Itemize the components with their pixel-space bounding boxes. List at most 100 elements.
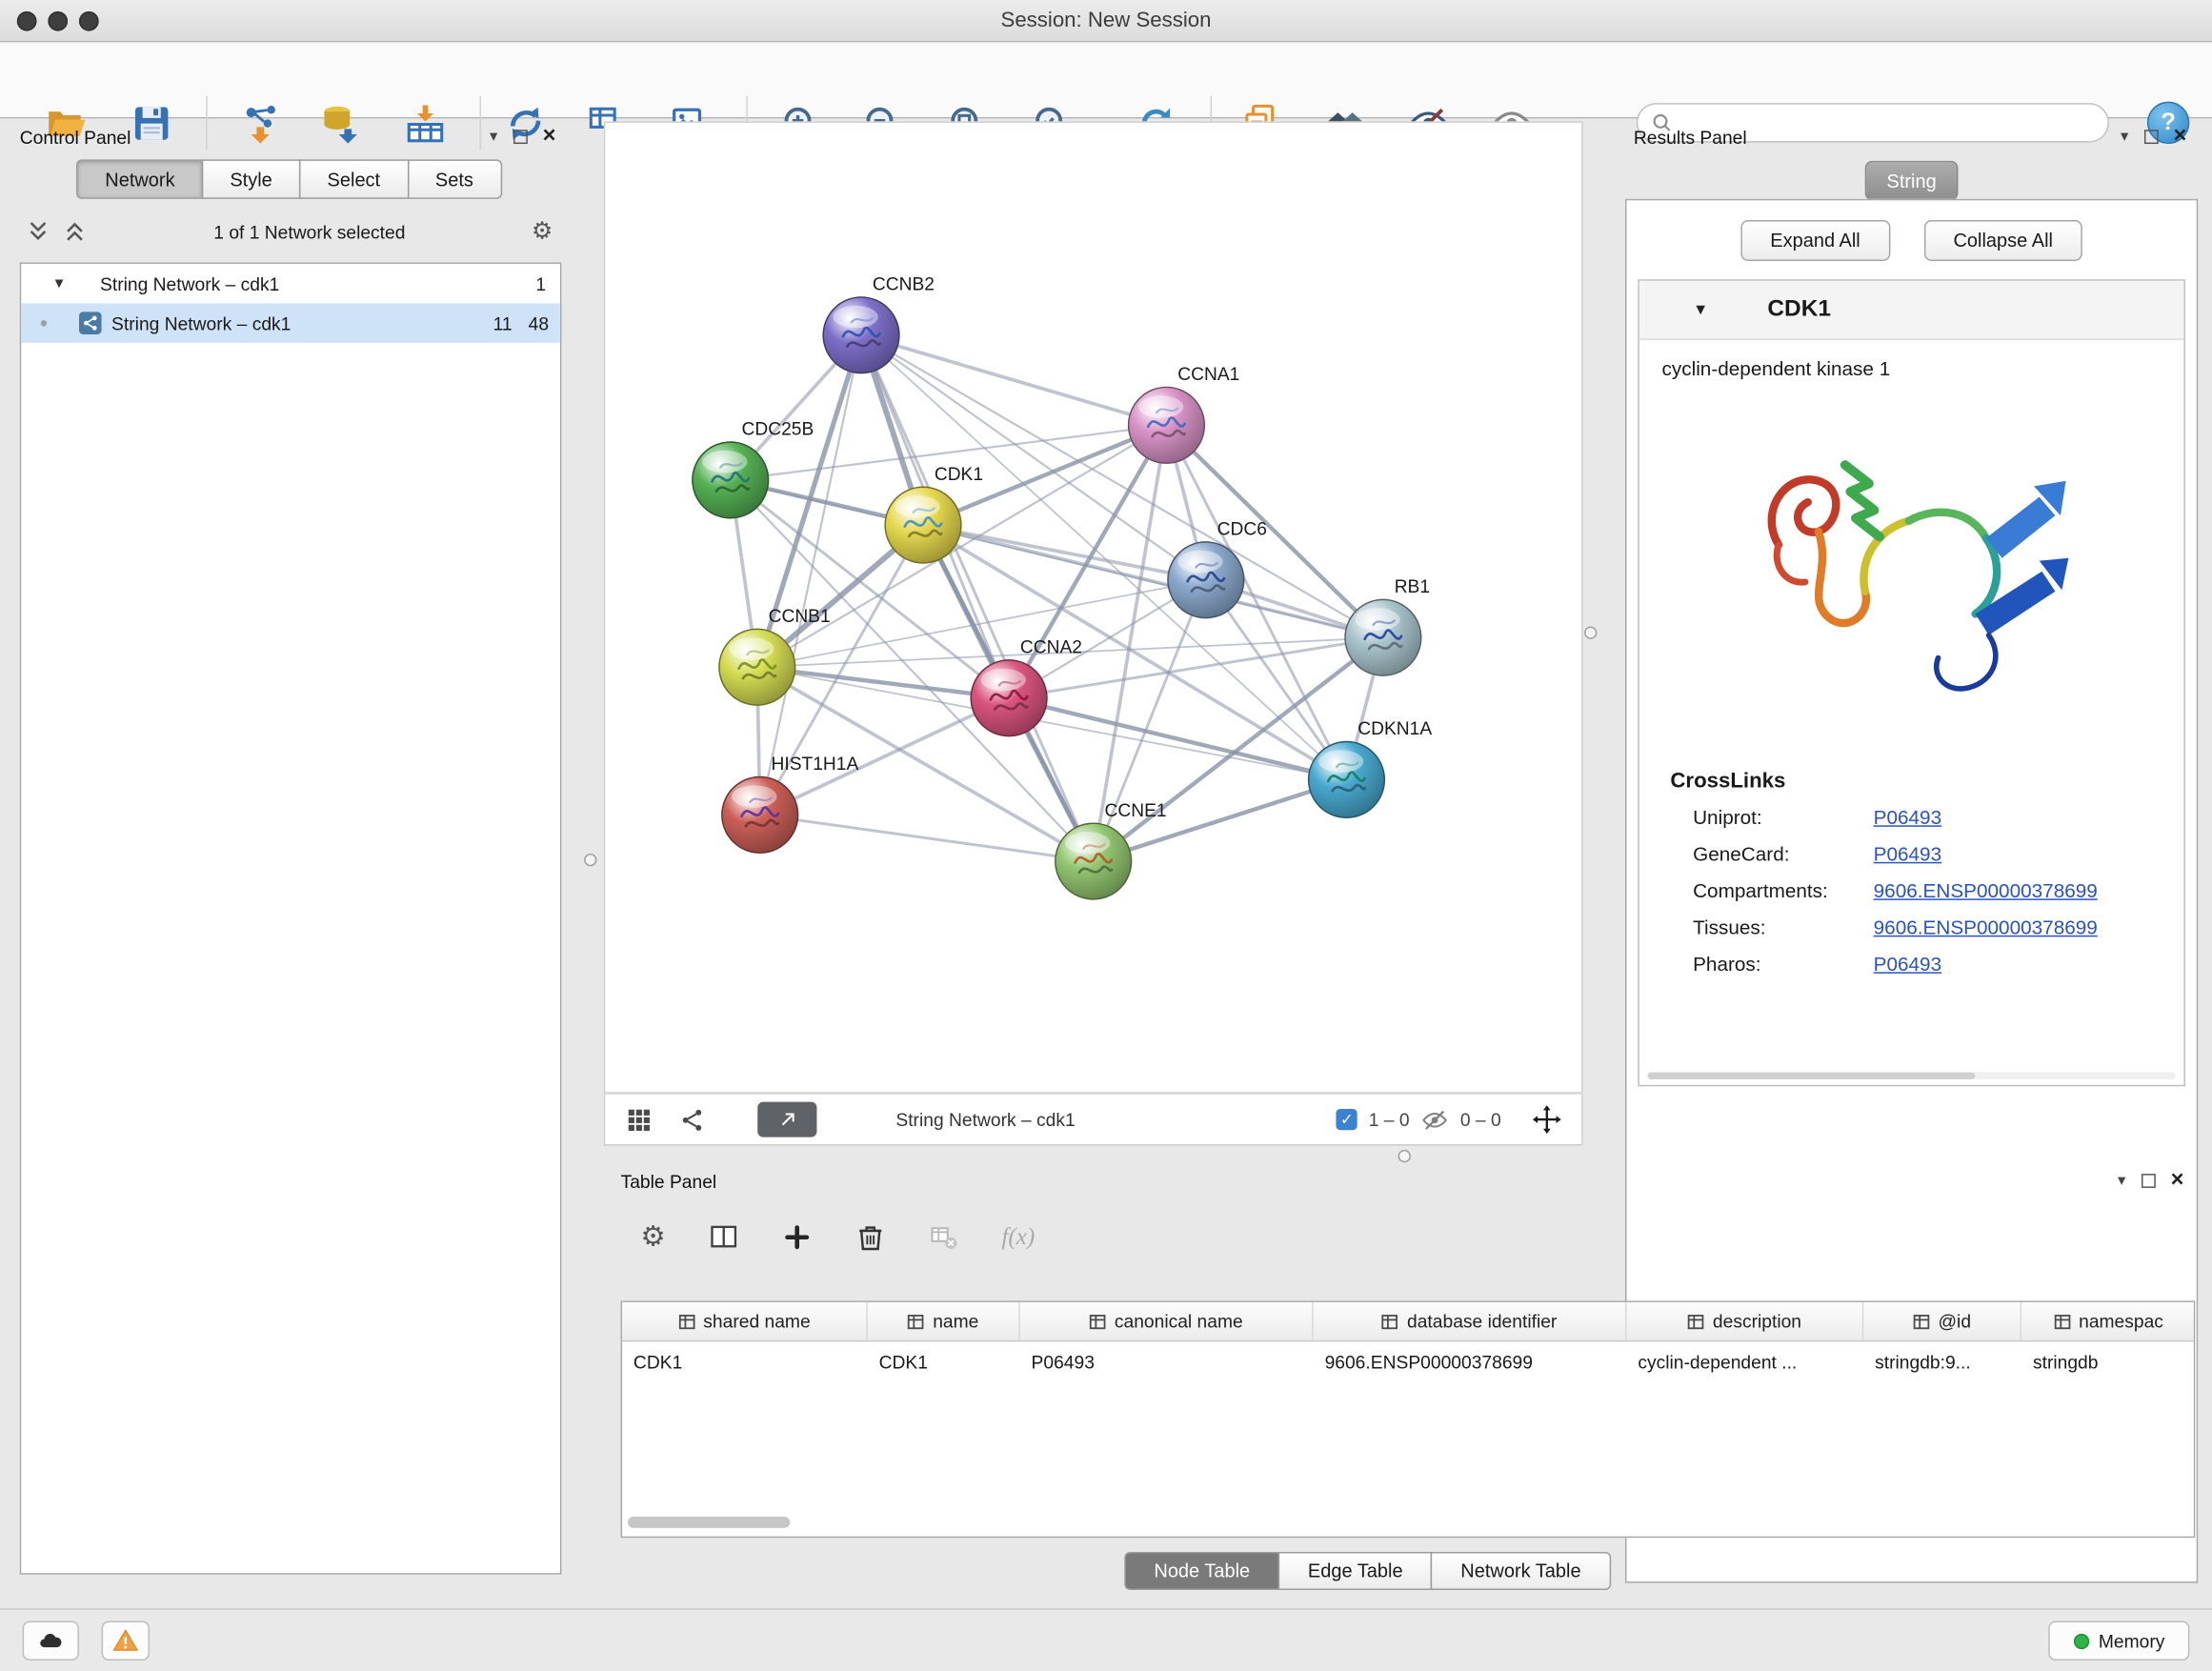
column-header-@id[interactable]: @id	[1863, 1302, 2021, 1340]
tab-sets[interactable]: Sets	[407, 159, 501, 198]
show-columns-icon[interactable]	[708, 1221, 739, 1253]
network-edge[interactable]	[760, 815, 1094, 861]
network-node-HIST1H1A[interactable]: HIST1H1A	[722, 755, 859, 853]
network-row[interactable]: ● String Network – cdk1 11 48	[21, 303, 560, 342]
table-cell[interactable]: P06493	[1020, 1341, 1314, 1380]
tab-style[interactable]: Style	[202, 159, 301, 198]
table-cell[interactable]: stringdb	[2021, 1341, 2195, 1380]
cloud-button[interactable]	[23, 1621, 79, 1661]
protein-structure-image	[1724, 385, 2100, 757]
crosslink-label: Uniprot:	[1693, 806, 1874, 830]
crosslink-row: Pharos:P06493	[1693, 953, 2183, 976]
delete-column-trash-icon[interactable]	[855, 1221, 886, 1253]
grid-view-icon[interactable]	[625, 1105, 654, 1134]
tab-edge-table[interactable]: Edge Table	[1278, 1552, 1433, 1590]
network-graph[interactable]: CCNB2CCNA1CDC25BCDK1CDC6RB1CCNB1CCNA2CDK…	[605, 123, 1581, 1092]
crosslink-label: Pharos:	[1693, 953, 1874, 976]
network-node-CDC6[interactable]: CDC6	[1168, 519, 1267, 617]
control-panel-collapse-icon[interactable]: ▾	[490, 130, 497, 144]
network-selection-status: 1 of 1 Network selected	[99, 221, 520, 242]
network-canvas[interactable]: CCNB2CCNA1CDC25BCDK1CDC6RB1CCNB1CCNA2CDK…	[604, 121, 1583, 1093]
crosslink-row: Uniprot:P06493	[1693, 806, 2183, 830]
warning-icon	[111, 1626, 140, 1655]
network-edge[interactable]	[757, 425, 1167, 667]
network-view-footer: String Network – cdk1 ✓ 1 – 0 0 – 0	[604, 1094, 1583, 1146]
network-node-CDKN1A[interactable]: CDKN1A	[1309, 719, 1433, 817]
pan-crosshair-icon[interactable]	[1532, 1105, 1561, 1135]
collapse-all-icon[interactable]	[26, 219, 51, 245]
crosslink-value-link[interactable]: P06493	[1874, 842, 1941, 866]
network-node-RB1[interactable]: RB1	[1345, 577, 1430, 675]
table-cell[interactable]: cyclin-dependent ...	[1626, 1341, 1863, 1380]
card-disclosure-icon[interactable]: ▼	[1693, 301, 1708, 318]
control-panel-close-icon[interactable]: ×	[543, 130, 556, 144]
table-row[interactable]: CDK1CDK1P064939606.ENSP00000378699cyclin…	[622, 1341, 2194, 1380]
network-edge[interactable]	[861, 335, 1094, 861]
selected-nodes-checkbox[interactable]: ✓	[1337, 1109, 1357, 1130]
network-edge[interactable]	[760, 335, 861, 815]
node-label: CCNB2	[873, 275, 935, 295]
crosslink-value-link[interactable]: 9606.ENSP00000378699	[1874, 916, 2098, 939]
expand-all-button[interactable]: Expand All	[1740, 220, 1890, 261]
table-panel-close-icon[interactable]: ×	[2171, 1174, 2184, 1188]
tab-network-table[interactable]: Network Table	[1431, 1552, 1611, 1590]
column-header-label: namespac	[2079, 1311, 2163, 1332]
table-panel-collapse-icon[interactable]: ▾	[2118, 1174, 2125, 1188]
tab-node-table[interactable]: Node Table	[1124, 1552, 1279, 1590]
column-header-shared-name[interactable]: shared name	[622, 1302, 868, 1340]
network-edge[interactable]	[1009, 698, 1346, 780]
bottom-splitter-handle[interactable]	[1398, 1150, 1411, 1162]
table-cell[interactable]: 9606.ENSP00000378699	[1314, 1341, 1627, 1380]
right-splitter-handle[interactable]	[1584, 627, 1597, 639]
network-options-gear-icon[interactable]: ⚙	[532, 219, 553, 245]
table-horizontal-scrollbar[interactable]	[628, 1517, 790, 1528]
expand-all-icon[interactable]	[62, 219, 88, 245]
network-collection-row[interactable]: ▼ String Network – cdk1 1	[21, 264, 560, 303]
results-panel-close-icon[interactable]: ×	[2174, 130, 2187, 144]
left-splitter-handle[interactable]	[584, 854, 596, 866]
protein-name: CDK1	[1767, 296, 1831, 323]
network-edge[interactable]	[861, 335, 1383, 637]
tab-network[interactable]: Network	[77, 159, 204, 198]
control-panel-float-icon[interactable]	[513, 130, 528, 144]
network-node-CCNA1[interactable]: CCNA1	[1129, 365, 1240, 463]
share-icon[interactable]	[678, 1105, 707, 1134]
protein-card-header[interactable]: ▼ CDK1	[1639, 281, 2184, 340]
column-header-description[interactable]: description	[1626, 1302, 1863, 1340]
table-cell[interactable]: stringdb:9...	[1863, 1341, 2021, 1380]
column-header-label: database identifier	[1407, 1311, 1557, 1332]
table-panel-float-icon[interactable]	[2141, 1174, 2155, 1188]
card-scrollbar[interactable]	[1648, 1072, 2176, 1078]
network-node-CCNB2[interactable]: CCNB2	[823, 275, 935, 373]
table-cell[interactable]: CDK1	[868, 1341, 1020, 1380]
results-panel-collapse-icon[interactable]: ▾	[2121, 130, 2128, 144]
collapse-all-button[interactable]: Collapse All	[1923, 220, 2082, 261]
birdseye-toggle-button[interactable]	[757, 1102, 816, 1137]
network-node-CDK1[interactable]: CDK1	[885, 465, 983, 563]
collection-disclosure-icon[interactable]: ▼	[52, 276, 67, 292]
tab-string[interactable]: String	[1865, 161, 1959, 200]
column-header-name[interactable]: name	[868, 1302, 1020, 1340]
memory-button[interactable]: Memory	[2048, 1621, 2189, 1661]
table-settings-gear-icon[interactable]: ⚙	[640, 1224, 666, 1250]
crosslink-row: GeneCard:P06493	[1693, 842, 2183, 866]
tab-select[interactable]: Select	[299, 159, 409, 198]
network-node-CDC25B[interactable]: CDC25B	[693, 420, 814, 518]
node-label: CCNA1	[1177, 365, 1239, 385]
network-edge[interactable]	[861, 335, 1166, 426]
crosslink-value-link[interactable]: P06493	[1874, 806, 1941, 830]
column-header-label: @id	[1939, 1311, 1972, 1332]
column-header-database-identifier[interactable]: database identifier	[1314, 1302, 1627, 1340]
warnings-button[interactable]	[102, 1621, 150, 1661]
table-cell[interactable]: CDK1	[622, 1341, 868, 1380]
crosslink-value-link[interactable]: P06493	[1874, 953, 1941, 976]
column-header-canonical-name[interactable]: canonical name	[1020, 1302, 1314, 1340]
crosslink-value-link[interactable]: 9606.ENSP00000378699	[1874, 879, 2098, 903]
results-panel-title: Results Panel	[1634, 127, 1747, 148]
node-label: CDC6	[1217, 519, 1267, 539]
add-column-icon[interactable]	[781, 1221, 813, 1253]
column-header-namespac[interactable]: namespac	[2021, 1302, 2195, 1340]
window-titlebar: Session: New Session	[0, 0, 2212, 42]
results-panel-float-icon[interactable]	[2143, 130, 2158, 144]
column-header-label: name	[933, 1311, 978, 1332]
